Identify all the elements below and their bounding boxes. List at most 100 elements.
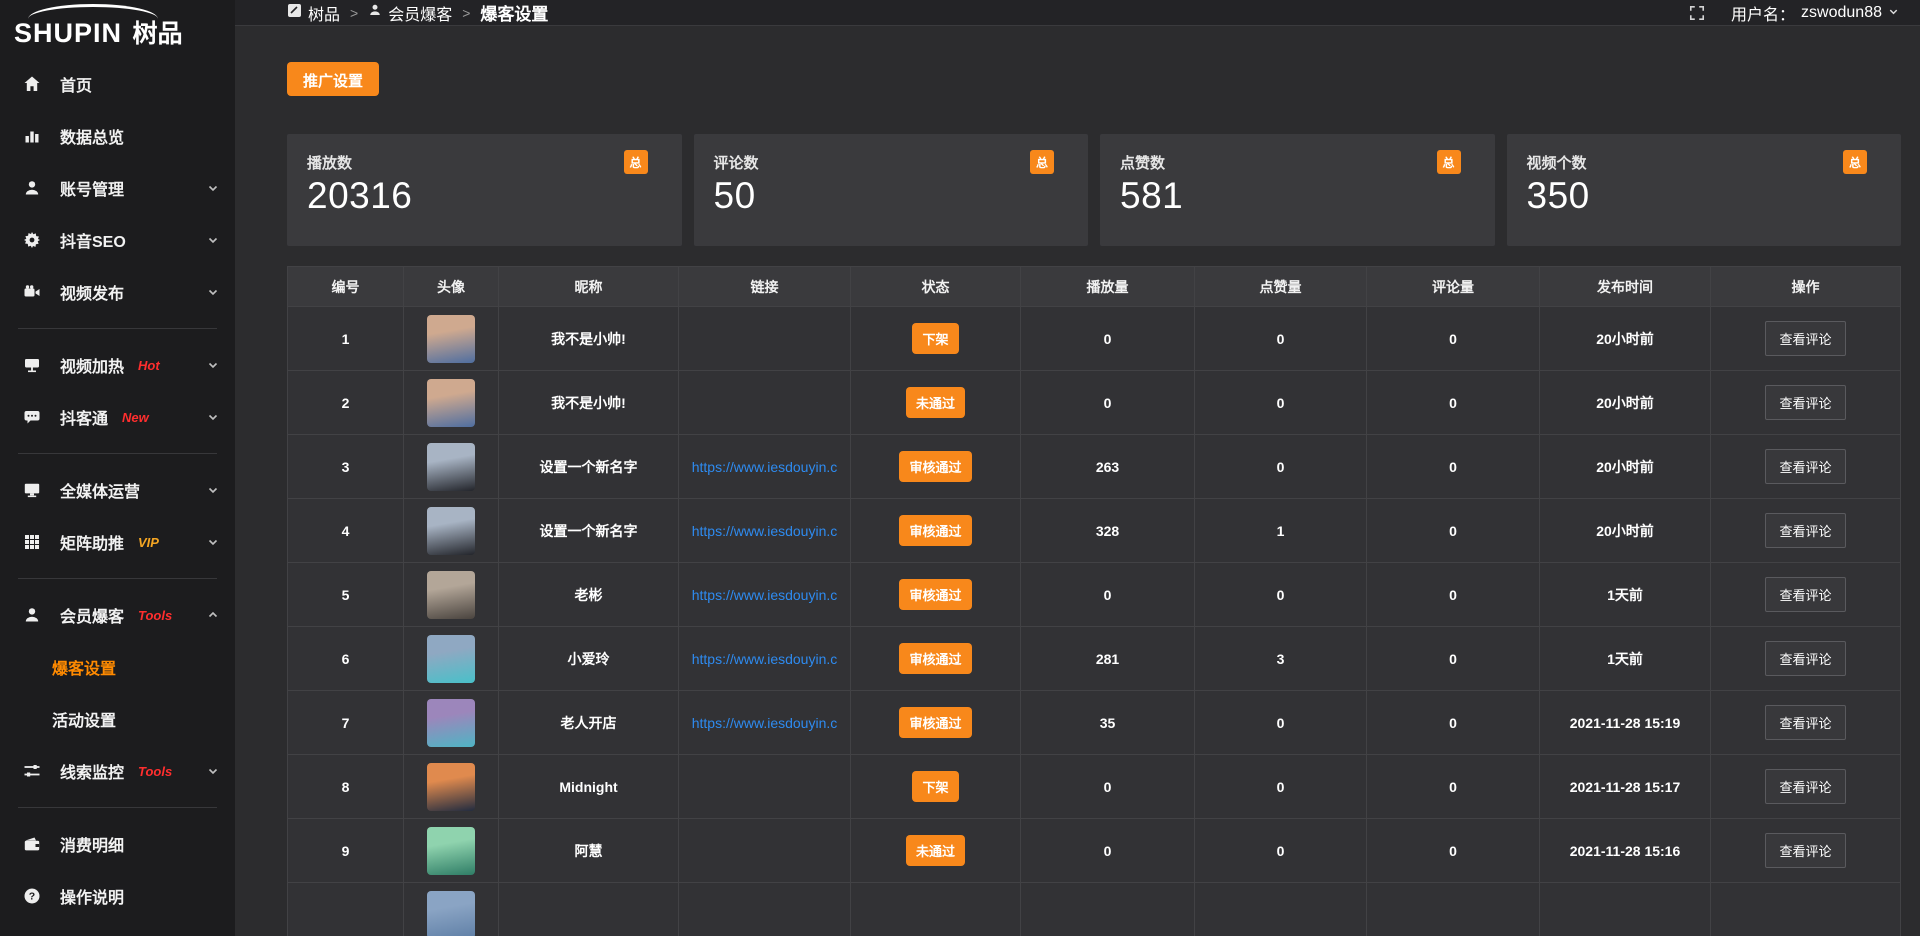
status-badge[interactable]: 下架 <box>912 323 958 354</box>
avatar <box>427 763 475 811</box>
avatar <box>427 379 475 427</box>
monitor-icon <box>22 480 42 500</box>
view-comments-button[interactable]: 查看评论 <box>1765 705 1845 740</box>
cell-publish-time: 20小时前 <box>1540 435 1711 499</box>
breadcrumb-item-shupin[interactable]: 树品 <box>287 1 340 25</box>
sidebar-item-account-management[interactable]: 账号管理 <box>0 162 235 214</box>
status-badge[interactable]: 未通过 <box>906 835 965 866</box>
stat-card-value: 581 <box>1120 175 1475 217</box>
sidebar-item-member-baoke[interactable]: 会员爆客 Tools <box>0 589 235 641</box>
col-header-plays: 播放量 <box>1021 267 1195 307</box>
sidebar-item-video-heat[interactable]: 视频加热 Hot <box>0 339 235 391</box>
cell-link <box>679 883 851 936</box>
video-link[interactable]: https://www.iesdouyin.c <box>692 523 838 539</box>
chat-icon <box>22 407 42 427</box>
sidebar-item-douketong[interactable]: 抖客通 New <box>0 391 235 443</box>
sidebar-subitem-baoke-settings[interactable]: 爆客设置 <box>0 641 235 693</box>
sidebar-item-operation-guide[interactable]: ? 操作说明 <box>0 870 235 922</box>
sidebar-divider <box>18 578 217 579</box>
avatar <box>427 635 475 683</box>
stat-card-label: 评论数 <box>714 152 1069 173</box>
sidebar-item-label: 全媒体运营 <box>60 478 140 502</box>
cell-nickname: 老人开店 <box>499 691 679 755</box>
video-link[interactable]: https://www.iesdouyin.c <box>692 651 838 667</box>
view-comments-button[interactable]: 查看评论 <box>1765 513 1845 548</box>
view-comments-button[interactable]: 查看评论 <box>1765 385 1845 420</box>
cell-id: 4 <box>288 499 404 563</box>
view-comments-button[interactable]: 查看评论 <box>1765 641 1845 676</box>
col-header-avatar: 头像 <box>404 267 499 307</box>
sidebar-item-label: 线索监控 <box>60 759 124 783</box>
video-link[interactable]: https://www.iesdouyin.c <box>692 587 838 603</box>
table-row: 1 我不是小帅! 下架 0 0 0 20小时前 查看评论 <box>288 307 1901 371</box>
cell-likes: 1 <box>1195 499 1367 563</box>
stat-card-comments: 评论数 50 总 <box>694 134 1089 246</box>
status-badge[interactable]: 审核通过 <box>899 451 971 482</box>
sidebar-subitem-activity-settings[interactable]: 活动设置 <box>0 693 235 745</box>
status-badge[interactable]: 审核通过 <box>899 515 971 546</box>
video-link[interactable]: https://www.iesdouyin.c <box>692 715 838 731</box>
sidebar-divider <box>18 807 217 808</box>
cell-likes: 0 <box>1195 819 1367 883</box>
question-icon: ? <box>22 886 42 906</box>
status-badge[interactable]: 审核通过 <box>899 643 971 674</box>
view-comments-button[interactable]: 查看评论 <box>1765 321 1845 356</box>
status-badge[interactable]: 审核通过 <box>899 579 971 610</box>
cell-nickname: 小爱玲 <box>499 627 679 691</box>
view-comments-button[interactable]: 查看评论 <box>1765 833 1845 868</box>
fullscreen-icon[interactable] <box>1689 5 1705 21</box>
sidebar-item-label: 操作说明 <box>60 884 124 908</box>
table-row: 4 设置一个新名字 https://www.iesdouyin.c 审核通过 3… <box>288 499 1901 563</box>
view-comments-button[interactable]: 查看评论 <box>1765 449 1845 484</box>
table-row: 2 我不是小帅! 未通过 0 0 0 20小时前 查看评论 <box>288 371 1901 435</box>
stat-card-label: 播放数 <box>307 152 662 173</box>
tools-tag: Tools <box>138 764 172 779</box>
sidebar-item-omnimedia-operation[interactable]: 全媒体运营 <box>0 464 235 516</box>
sidebar-item-matrix-boost[interactable]: 矩阵助推 VIP <box>0 516 235 568</box>
new-tag: New <box>122 410 149 425</box>
video-link[interactable]: https://www.iesdouyin.c <box>692 459 838 475</box>
sidebar-item-data-overview[interactable]: 数据总览 <box>0 110 235 162</box>
status-badge[interactable]: 审核通过 <box>899 707 971 738</box>
sidebar-item-label: 首页 <box>60 72 92 96</box>
cell-id <box>288 883 404 936</box>
promotion-settings-button[interactable]: 推广设置 <box>287 62 379 96</box>
chevron-down-icon <box>207 484 219 496</box>
status-badge[interactable]: 未通过 <box>906 387 965 418</box>
cell-comments: 0 <box>1367 627 1540 691</box>
cell-publish-time: 2021-11-28 15:19 <box>1540 691 1711 755</box>
cell-id: 6 <box>288 627 404 691</box>
breadcrumb-item-member-baoke[interactable]: 会员爆客 <box>368 1 452 25</box>
cell-comments: 0 <box>1367 307 1540 371</box>
stat-card-plays: 播放数 20316 总 <box>287 134 682 246</box>
user-icon <box>22 178 42 198</box>
sidebar-item-clue-monitor[interactable]: 线索监控 Tools <box>0 745 235 797</box>
username-label: 用户名： <box>1731 1 1795 25</box>
sidebar-item-video-publish[interactable]: 视频发布 <box>0 266 235 318</box>
user-menu[interactable]: 用户名：zswodun88 <box>1731 1 1899 25</box>
stat-card-value: 50 <box>714 175 1069 217</box>
cell-actions <box>1711 883 1901 936</box>
cell-comments: 0 <box>1367 499 1540 563</box>
user-icon <box>22 605 42 625</box>
cell-publish-time: 2021-11-28 15:17 <box>1540 755 1711 819</box>
status-badge[interactable]: 下架 <box>912 771 958 802</box>
cell-plays: 0 <box>1021 819 1195 883</box>
bar-chart-icon <box>22 126 42 146</box>
table-row: 9 阿慧 未通过 0 0 0 2021-11-28 15:16 查看评论 <box>288 819 1901 883</box>
sidebar-item-home[interactable]: 首页 <box>0 58 235 110</box>
chevron-down-icon <box>1888 4 1899 22</box>
sidebar-item-label: 视频加热 <box>60 353 124 377</box>
sidebar-item-douyin-seo[interactable]: 抖音SEO <box>0 214 235 266</box>
view-comments-button[interactable]: 查看评论 <box>1765 577 1845 612</box>
cell-publish-time: 1天前 <box>1540 627 1711 691</box>
stat-card-value: 20316 <box>307 175 662 217</box>
stat-card-videos: 视频个数 350 总 <box>1507 134 1902 246</box>
sidebar-item-consumption-details[interactable]: 消费明细 <box>0 818 235 870</box>
cell-comments: 0 <box>1367 691 1540 755</box>
view-comments-button[interactable]: 查看评论 <box>1765 769 1845 804</box>
col-header-likes: 点赞量 <box>1195 267 1367 307</box>
cell-likes <box>1195 883 1367 936</box>
stat-card-label: 视频个数 <box>1527 152 1882 173</box>
logo-arc-decoration <box>28 4 158 34</box>
